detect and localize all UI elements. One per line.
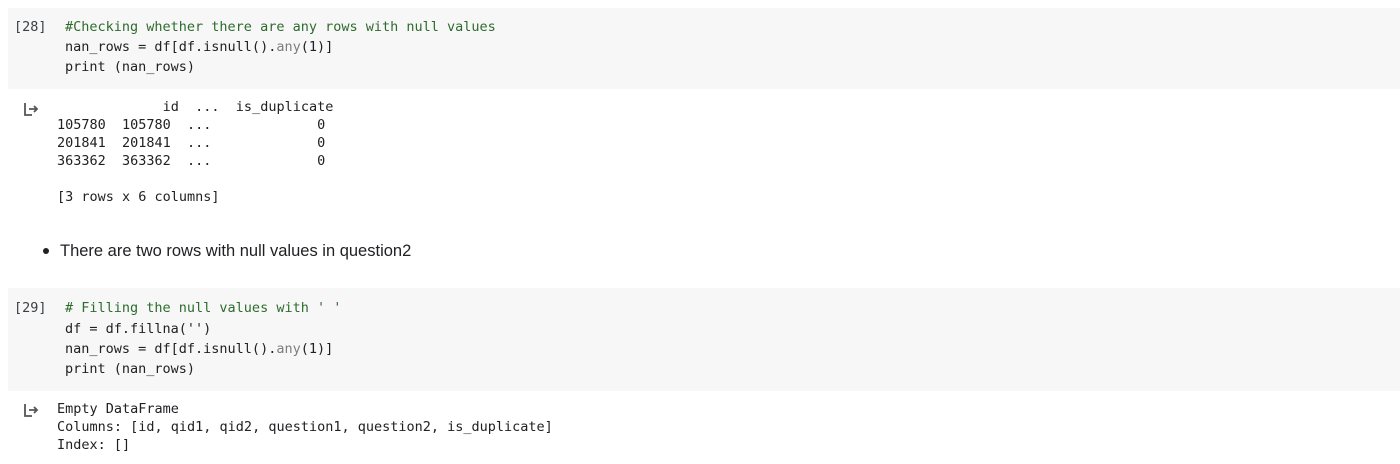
code-line: nan_rows = df[df.isnull().any(1)] (65, 341, 334, 357)
code-line: print (nan_rows) (65, 59, 196, 75)
code-line: print (nan_rows) (65, 361, 196, 377)
execution-count: [28] (14, 19, 47, 35)
output-line: Empty DataFrame (57, 401, 179, 417)
output-line: [3 rows x 6 columns] (57, 189, 220, 205)
markdown-bullet-text: There are two rows with null values in q… (60, 242, 412, 260)
code-line: # Filling the null values with ' ' (65, 300, 342, 316)
output-line: 105780 105780 ... 0 (57, 117, 326, 133)
code-cell-29[interactable]: [29] # Filling the null values with ' ' … (8, 288, 1400, 391)
code-line: nan_rows = df[df.isnull().any(1)] (65, 39, 334, 55)
output-arrow-icon[interactable] (22, 101, 40, 117)
output-arrow-icon[interactable] (22, 402, 40, 418)
output-line: 363362 363362 ... 0 (57, 153, 326, 169)
code-line: df = df.fillna('') (65, 321, 212, 337)
bullet-marker (43, 248, 49, 254)
output-line: Columns: [id, qid1, qid2, question1, que… (57, 419, 553, 435)
code-line: #Checking whether there are any rows wit… (65, 19, 496, 35)
output-line: 201841 201841 ... 0 (57, 135, 326, 151)
output-line: id ... is_duplicate (57, 99, 334, 115)
output-line: Index: [] (57, 437, 131, 453)
execution-count: [29] (14, 300, 47, 316)
code-cell-28[interactable]: [28] #Checking whether there are any row… (8, 8, 1400, 89)
